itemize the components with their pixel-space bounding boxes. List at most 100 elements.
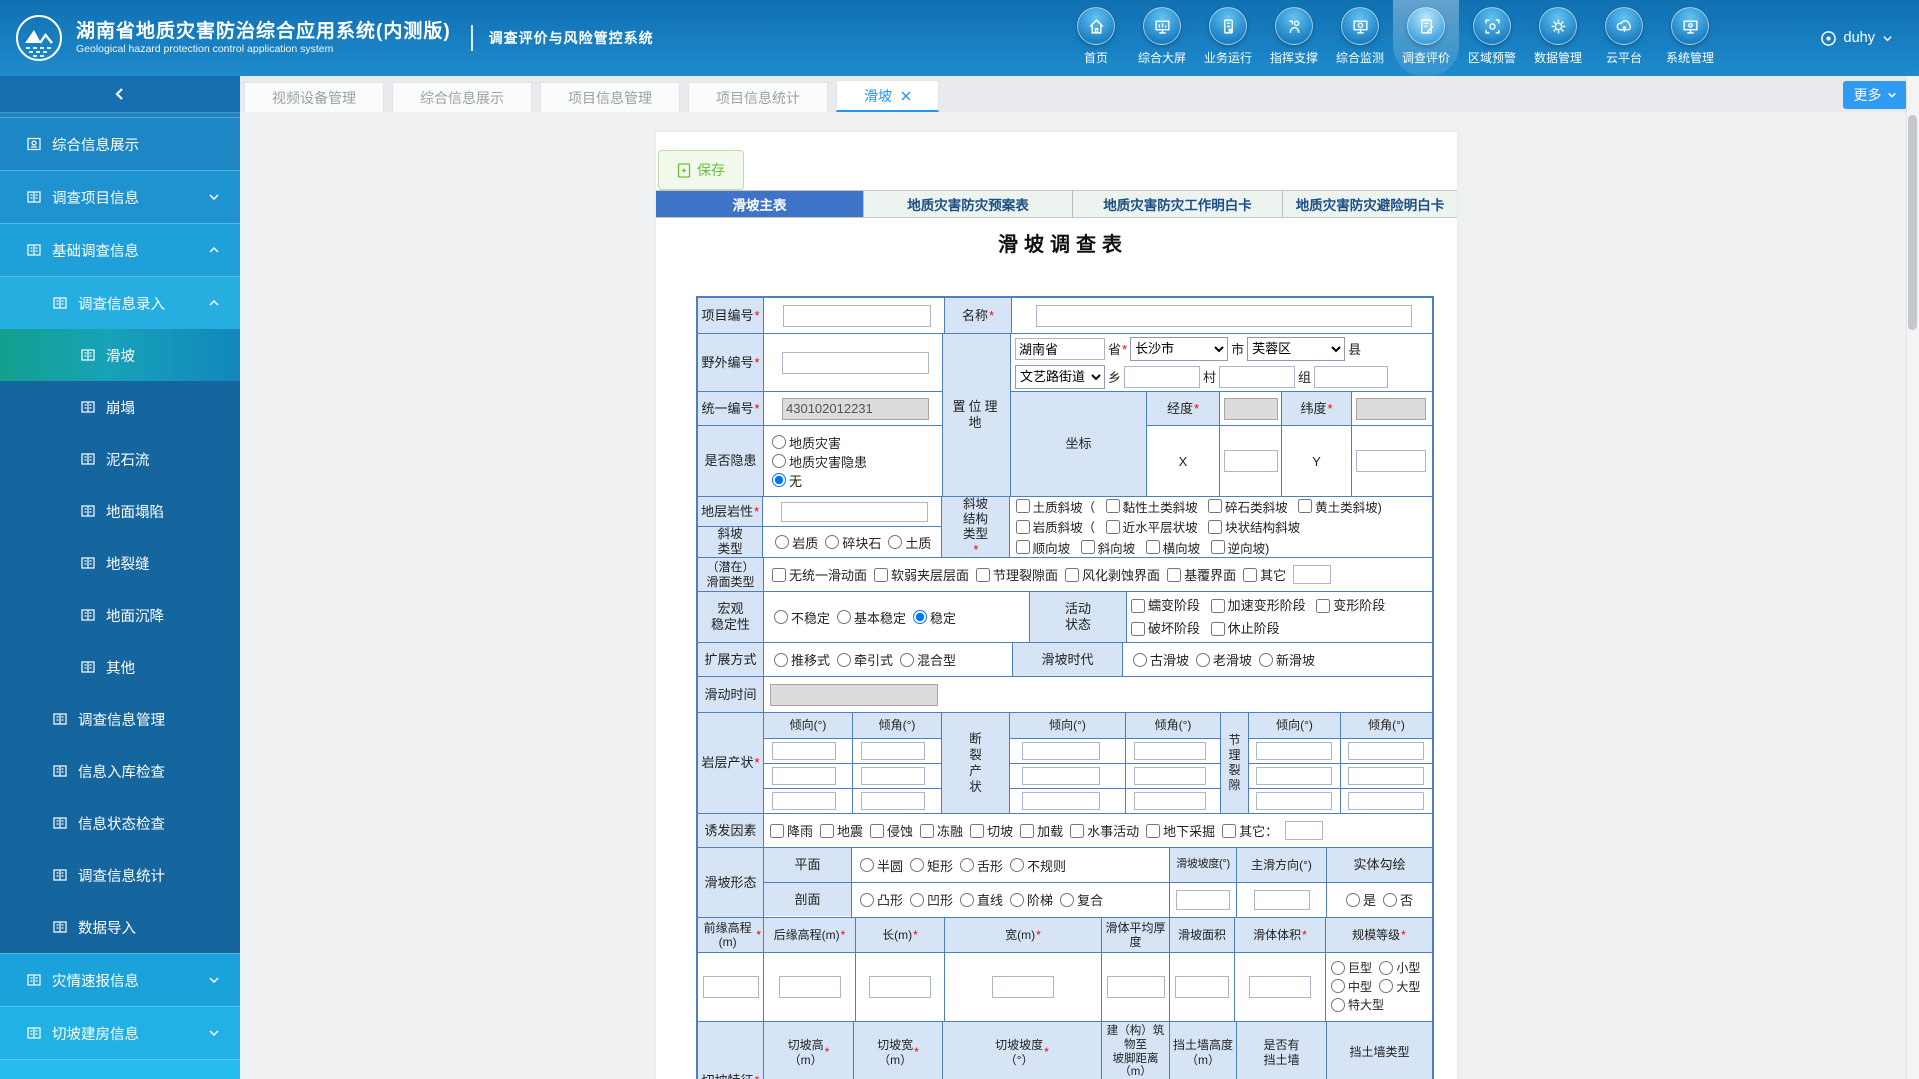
plane-option[interactable]: 不规则 — [1010, 856, 1066, 875]
stability-option[interactable]: 基本稳定 — [837, 608, 906, 627]
sidebar-item-overview[interactable]: 综合信息展示 — [0, 117, 240, 170]
profile-option[interactable]: 凹形 — [910, 890, 953, 909]
radio[interactable] — [1010, 858, 1024, 872]
radio[interactable] — [913, 610, 927, 624]
nav-regional-warning[interactable]: 区域预警 — [1459, 0, 1525, 76]
save-button[interactable]: 保存 — [658, 150, 744, 190]
fracture-angle-input[interactable] — [1134, 792, 1206, 810]
fracture-angle-input[interactable] — [1134, 767, 1206, 785]
plane-option[interactable]: 矩形 — [910, 856, 953, 875]
radio[interactable] — [1259, 653, 1273, 667]
province-input[interactable] — [1015, 338, 1105, 360]
vertical-scrollbar[interactable] — [1906, 76, 1919, 1079]
radio[interactable] — [860, 893, 874, 907]
checkbox[interactable] — [976, 568, 990, 582]
surface-other-input[interactable] — [1293, 565, 1331, 584]
radio[interactable] — [774, 610, 788, 624]
sidebar-item-disaster-report-info[interactable]: 灾情速报信息 — [0, 953, 240, 1006]
hazard-option[interactable]: 无 — [772, 471, 802, 490]
radio[interactable] — [910, 858, 924, 872]
checkbox[interactable] — [1211, 622, 1225, 636]
trigger-option[interactable]: 地震 — [820, 821, 863, 840]
structure-option[interactable]: 黏性土类斜坡 — [1106, 497, 1198, 516]
town-select[interactable]: 文艺路街道 — [1015, 365, 1105, 389]
surface-option[interactable]: 节理裂隙面 — [976, 565, 1058, 584]
checkbox[interactable] — [1222, 824, 1236, 838]
sidebar-item-slope-housing-info[interactable]: 切坡建房信息 — [0, 1006, 240, 1059]
scale-option[interactable]: 大型 — [1379, 978, 1420, 995]
joint-angle-input[interactable] — [1348, 767, 1424, 785]
activity-option[interactable]: 变形阶段 — [1316, 596, 1385, 616]
fracture-angle-input[interactable] — [1134, 742, 1206, 760]
sidebar-item-debris-flow[interactable]: 泥石流 — [0, 433, 240, 485]
city-select[interactable]: 长沙市 — [1130, 337, 1228, 361]
activity-option[interactable]: 蠕变阶段 — [1131, 596, 1200, 616]
structure-option[interactable]: 横向坡 — [1146, 538, 1201, 557]
profile-option[interactable]: 复合 — [1060, 890, 1103, 909]
main-direction-input[interactable] — [1254, 890, 1310, 910]
county-select[interactable]: 芙蓉区 — [1247, 337, 1345, 361]
checkbox[interactable] — [1146, 824, 1160, 838]
structure-option[interactable]: 黄土类斜坡) — [1298, 497, 1382, 516]
form-tab-landslide-main[interactable]: 滑坡主表 — [656, 191, 864, 217]
trigger-option[interactable]: 侵蚀 — [870, 821, 913, 840]
project-no-input[interactable] — [783, 305, 931, 327]
joint-angle-input[interactable] — [1348, 742, 1424, 760]
plane-option[interactable]: 舌形 — [960, 856, 1003, 875]
checkbox[interactable] — [970, 824, 984, 838]
structure-option[interactable]: 近水平层状坡 — [1106, 517, 1198, 536]
tab-landslide[interactable]: 滑坡 — [836, 80, 939, 112]
checkbox[interactable] — [1106, 520, 1120, 534]
activity-option[interactable]: 休止阶段 — [1211, 619, 1280, 639]
front-elevation-input[interactable] — [703, 976, 759, 998]
bedding-dip-input[interactable] — [772, 792, 836, 810]
structure-option[interactable]: 块状结构斜坡 — [1208, 517, 1300, 536]
checkbox[interactable] — [1020, 824, 1034, 838]
tab-overview-display[interactable]: 综合信息展示 — [392, 82, 532, 112]
joint-angle-input[interactable] — [1348, 792, 1424, 810]
sidebar-item-data-import[interactable]: 数据导入 — [0, 901, 240, 953]
radio[interactable] — [825, 535, 839, 549]
form-tab-work-card[interactable]: 地质灾害防灾工作明白卡 — [1073, 191, 1283, 217]
length-input[interactable] — [869, 976, 931, 998]
tab-project-info-statistics[interactable]: 项目信息统计 — [688, 82, 828, 112]
checkbox[interactable] — [1211, 540, 1225, 554]
radio[interactable] — [1196, 653, 1210, 667]
bedding-dip-input[interactable] — [772, 767, 836, 785]
radio[interactable] — [888, 535, 902, 549]
bedding-angle-input[interactable] — [861, 792, 925, 810]
sidebar-item-basic-survey-info[interactable]: 基础调查信息 — [0, 223, 240, 276]
radio[interactable] — [774, 653, 788, 667]
radio[interactable] — [775, 535, 789, 549]
radio[interactable] — [900, 653, 914, 667]
checkbox[interactable] — [874, 568, 888, 582]
structure-option[interactable]: 顺向坡 — [1016, 538, 1071, 557]
x-input[interactable] — [1224, 450, 1278, 472]
trigger-option[interactable]: 降雨 — [770, 821, 813, 840]
bedding-angle-input[interactable] — [861, 767, 925, 785]
avg-thickness-input[interactable] — [1107, 976, 1165, 998]
sidebar-item-ground-collapse[interactable]: 地面塌陷 — [0, 485, 240, 537]
radio[interactable] — [1331, 961, 1345, 975]
structure-option[interactable]: 碎石类斜坡 — [1208, 497, 1288, 516]
structure-option[interactable]: 岩质斜坡（ — [1016, 517, 1096, 536]
radio[interactable] — [960, 858, 974, 872]
form-tab-prevention-plan[interactable]: 地质灾害防灾预案表 — [864, 191, 1073, 217]
checkbox[interactable] — [772, 568, 786, 582]
sidebar-item-ground-fissure[interactable]: 地裂缝 — [0, 537, 240, 589]
checkbox[interactable] — [1016, 520, 1030, 534]
scale-option[interactable]: 小型 — [1379, 959, 1420, 976]
radio[interactable] — [1346, 893, 1360, 907]
radio[interactable] — [1133, 653, 1147, 667]
radio[interactable] — [837, 610, 851, 624]
sub-group-input[interactable] — [1314, 366, 1388, 388]
surface-option[interactable]: 风化剥蚀界面 — [1065, 565, 1160, 584]
checkbox[interactable] — [1316, 599, 1330, 613]
era-option[interactable]: 古滑坡 — [1133, 650, 1189, 669]
radio[interactable] — [1331, 979, 1345, 993]
structure-option[interactable]: 土质斜坡（ — [1016, 497, 1096, 516]
surface-option[interactable]: 其它 — [1243, 565, 1286, 584]
sidebar-item-survey-info-statistics[interactable]: 调查信息统计 — [0, 849, 240, 901]
joint-dip-input[interactable] — [1256, 742, 1332, 760]
radio[interactable] — [1379, 979, 1393, 993]
